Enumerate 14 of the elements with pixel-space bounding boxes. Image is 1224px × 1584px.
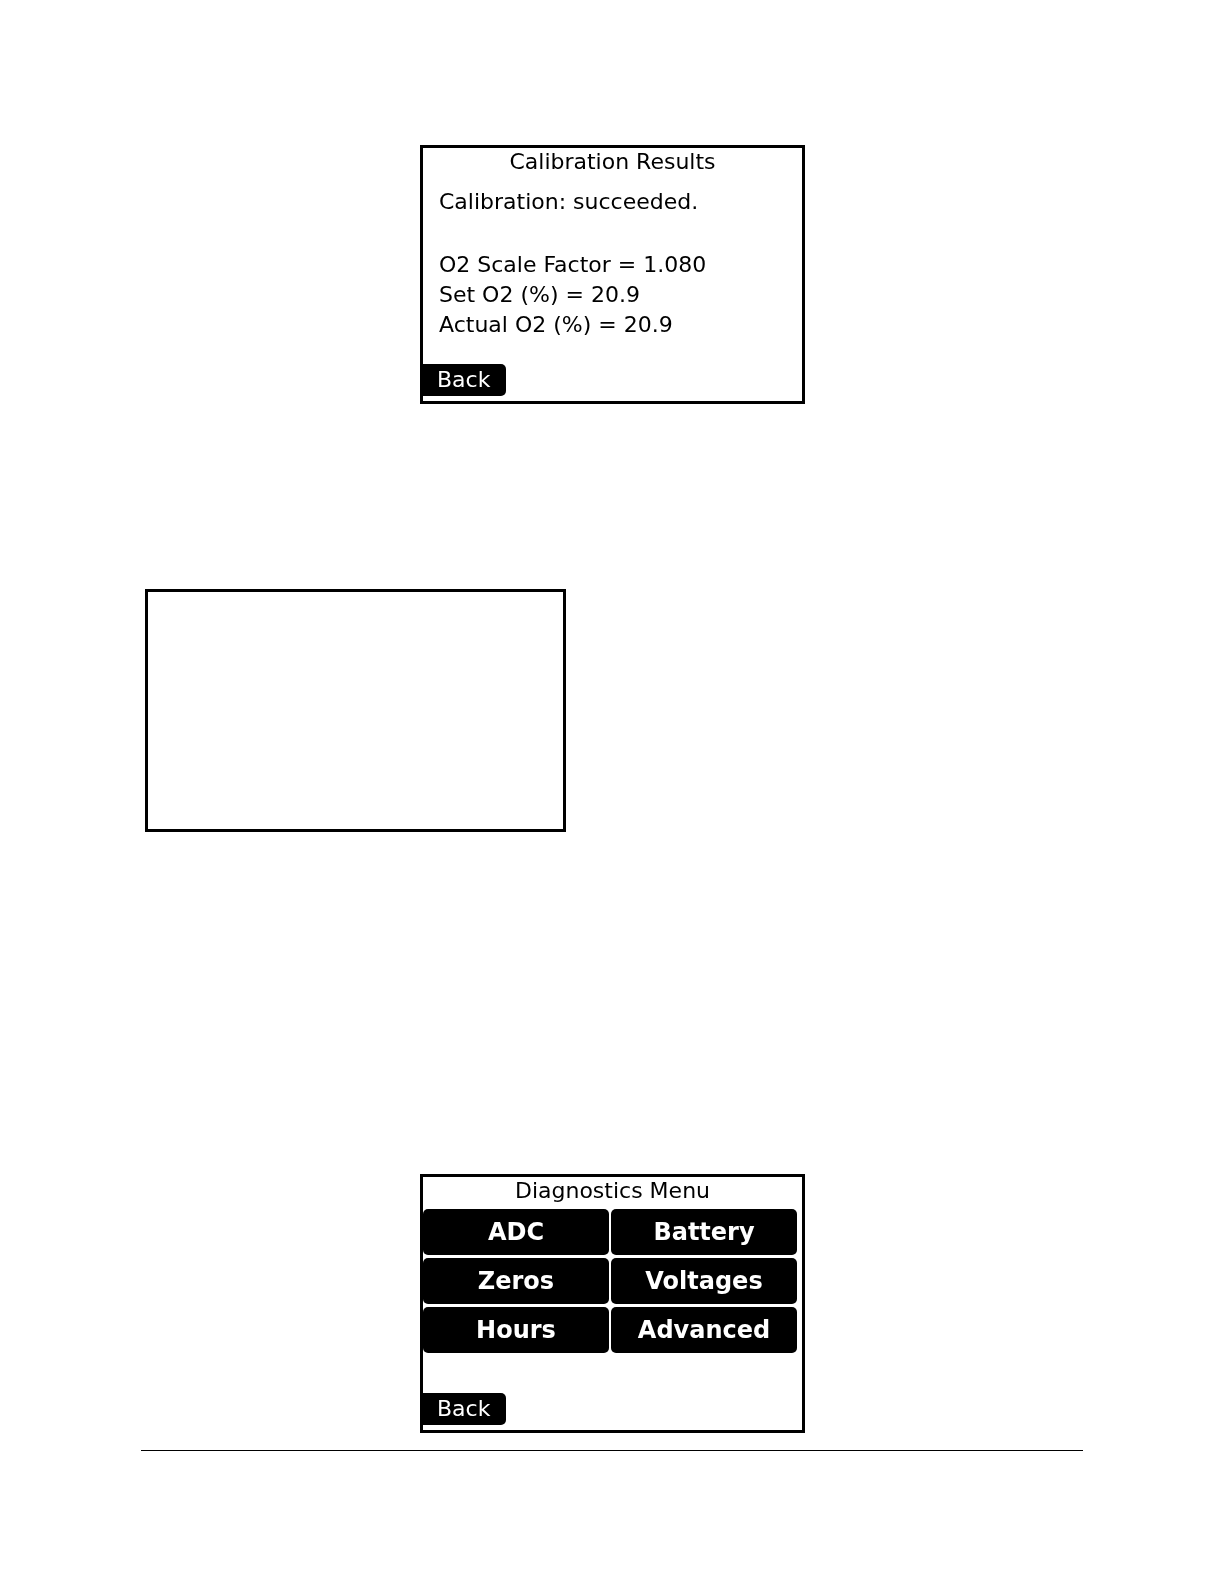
back-button[interactable]: Back: [423, 1393, 507, 1425]
reading-line: Actual O2 (%) = 20.9: [439, 311, 674, 339]
menu-button[interactable]: Advanced: [611, 1307, 797, 1353]
screen-title: Calibration Results: [509, 148, 716, 176]
menu-button[interactable]: Hours: [423, 1307, 609, 1353]
reading-line: Set O2 (%) = 20.9: [439, 281, 641, 309]
menu-button[interactable]: ADC: [423, 1209, 609, 1255]
menu-button[interactable]: Battery: [611, 1209, 797, 1255]
back-button[interactable]: Back: [423, 364, 507, 396]
screen-title: Diagnostics Menu: [514, 1177, 711, 1205]
menu-button[interactable]: Zeros: [423, 1258, 609, 1304]
reading-line: O2 Scale Factor = 1.080: [439, 251, 708, 279]
menu-button[interactable]: Voltages: [611, 1258, 797, 1304]
calibration-status: Calibration: succeeded.: [439, 188, 700, 216]
